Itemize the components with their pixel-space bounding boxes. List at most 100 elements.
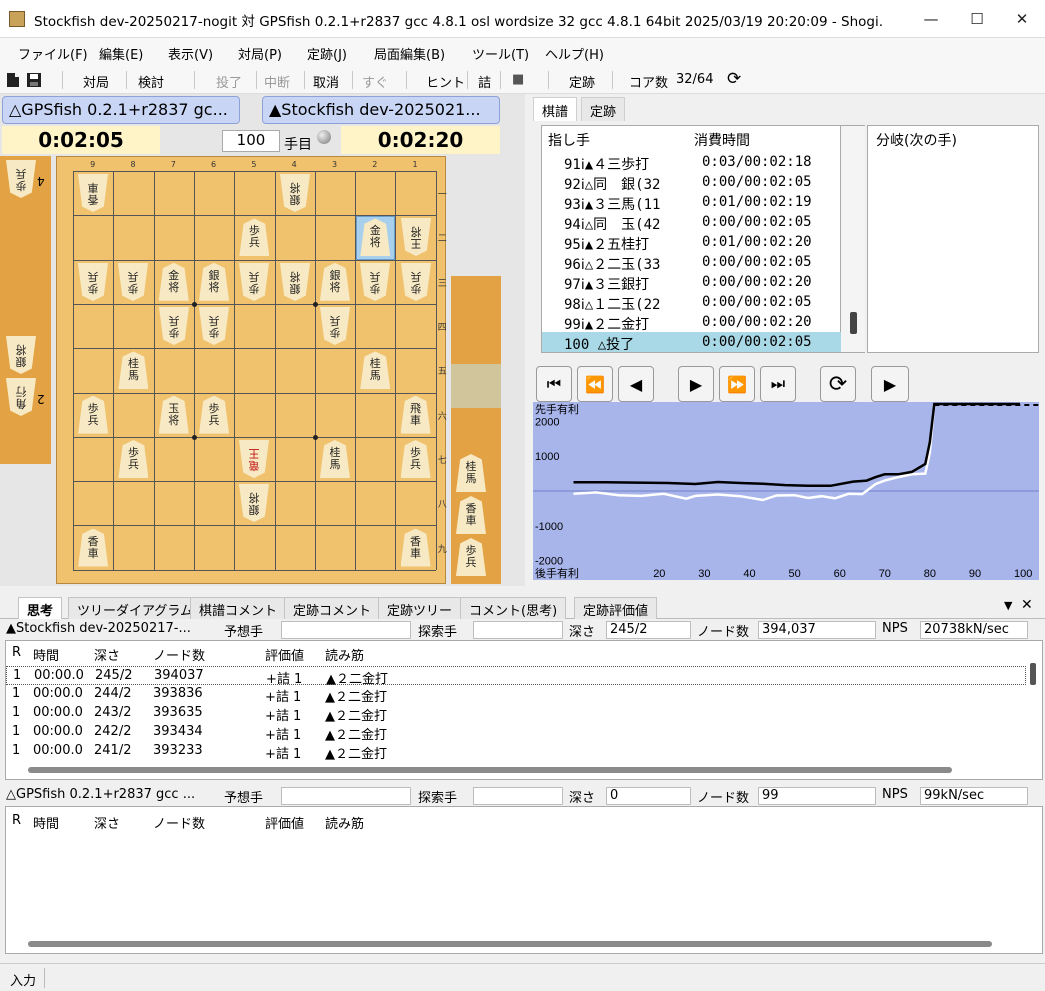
save-icon[interactable] [26,72,42,88]
board-piece[interactable]: 銀将 [199,262,230,301]
sente-piece-stand[interactable]: 桂馬香車歩兵 [451,276,501,584]
first-move-button[interactable]: ⏮ [536,366,572,402]
board-piece[interactable]: 銀将 [280,263,310,301]
board-piece[interactable]: 桂馬 [118,351,149,390]
board-piece[interactable]: 歩兵 [159,307,189,345]
tsume-button[interactable]: 詰 [478,72,491,91]
play-button[interactable]: ▶ [871,366,909,402]
tab-joseki-comment[interactable]: 定跡コメント [284,597,381,619]
forward-1-button[interactable]: ▶ [678,366,714,402]
interrupt-button[interactable]: 中断 [264,72,290,91]
engine1-hscroll-thumb[interactable] [28,767,952,773]
pv-column-header[interactable]: ノード数 [153,813,205,832]
tab-joseki-eval[interactable]: 定跡評価値 [574,597,658,619]
pv-column-header[interactable]: 時間 [33,645,59,664]
board-piece[interactable]: 歩兵 [360,263,390,301]
tab-thinking[interactable]: 思考 [18,597,63,619]
move-number-box[interactable]: 100 [222,130,280,152]
board-piece[interactable]: 銀将 [280,174,310,212]
board-piece[interactable]: 香車 [78,174,108,212]
pv-row[interactable]: 1 00:00.0 243/2 393635 +詰 1 ▲２二金打 [6,704,1026,724]
kifu-row[interactable]: 98ⅰ△１二玉(22 0:00/00:02:05 [542,292,842,313]
menu-game[interactable]: 対局(P) [238,44,282,63]
shogi-board[interactable]: 987654321一二三四五六七八九香車銀将歩兵金将王将歩兵歩兵金将銀将歩兵銀将… [56,156,447,584]
engine2-pv-list[interactable]: R 時間 深さ ノード数 評価値 読み筋 [5,806,1043,954]
board-piece[interactable]: 歩兵 [199,395,230,434]
kifu-row[interactable]: 91ⅰ▲４三歩打 0:03/00:02:18 [542,152,842,173]
kento-button[interactable]: 検討 [138,72,164,91]
kifu-row[interactable]: 97ⅰ▲３三銀打 0:00/00:02:20 [542,272,842,293]
board-piece[interactable]: 香車 [400,528,431,567]
pv-column-header[interactable]: 評価値 [265,813,304,832]
pv-column-header[interactable]: 読み筋 [325,813,364,832]
menu-view[interactable]: 表示(V) [168,44,213,63]
stop-icon[interactable]: ■ [512,72,524,87]
close-button[interactable]: ✕ [999,0,1045,38]
board-piece[interactable]: 桂馬 [360,351,391,390]
menu-help[interactable]: ヘルプ(H) [545,44,604,63]
pv-row[interactable]: 1 00:00.0 241/2 393233 +詰 1 ▲２二金打 [6,742,1026,762]
last-move-button[interactable]: ⏭ [760,366,796,402]
pv-column-header[interactable]: R [12,813,21,828]
sente-hand-piece[interactable]: 歩兵 [456,538,486,576]
back-1-button[interactable]: ◀ [618,366,654,402]
taikyoku-button[interactable]: 対局 [83,72,109,91]
board-piece[interactable]: 歩兵 [401,263,431,301]
hint-button[interactable]: ヒント [426,72,465,91]
gote-hand-piece[interactable]: 銀将 [6,336,36,374]
kifu-row[interactable]: 93ⅰ▲３三馬(11 0:01/00:02:19 [542,192,842,213]
board-piece[interactable]: 歩兵 [239,263,269,301]
move-now-button[interactable]: すぐ [362,72,388,91]
back-10-button[interactable]: ⏪ [577,366,613,402]
kifu-row[interactable]: 95ⅰ▲２五桂打 0:01/00:02:20 [542,232,842,253]
tab-joseki[interactable]: 定跡 [581,97,626,121]
pv-column-header[interactable]: ノード数 [153,645,205,664]
board-piece[interactable]: 歩兵 [78,395,109,434]
refresh-icon[interactable]: ⟳ [727,69,741,89]
menu-file[interactable]: ファイル(F) [18,44,88,63]
kifu-row[interactable]: 99ⅰ▲２二金打 0:00/00:02:20 [542,312,842,333]
board-piece[interactable]: 歩兵 [400,439,431,478]
board-piece[interactable]: 金将 [158,262,189,301]
engine2-hscroll-thumb[interactable] [28,941,992,947]
menu-tools[interactable]: ツール(T) [472,44,529,63]
pv-column-header[interactable]: 深さ [94,813,120,832]
forward-10-button[interactable]: ⏩ [719,366,755,402]
pv-column-header[interactable]: 評価値 [265,645,304,664]
pv-row[interactable]: 1 00:00.0 242/2 393434 +詰 1 ▲２二金打 [6,723,1026,743]
board-piece[interactable]: 歩兵 [78,263,108,301]
maximize-button[interactable]: ☐ [954,0,1000,38]
branch-list[interactable]: 分岐(次の手) [867,125,1039,353]
kifu-row[interactable]: 96ⅰ△２二玉(33 0:00/00:02:05 [542,252,842,273]
board-piece[interactable]: 歩兵 [320,307,350,345]
pv-column-header[interactable]: 読み筋 [325,645,364,664]
kifu-row[interactable]: 100 △投了 0:00/00:02:05 [542,332,842,353]
board-piece[interactable]: 歩兵 [239,218,270,257]
gote-piece-stand[interactable]: 歩兵4 銀将角行2 [0,156,51,464]
close-panel-icon[interactable]: ✕ [1021,597,1033,613]
menu-position-edit[interactable]: 局面編集(B) [374,44,445,63]
tab-kifu[interactable]: 棋譜 [533,97,578,121]
sente-hand-piece[interactable]: 桂馬 [456,454,486,492]
pv-column-header[interactable]: 深さ [94,645,120,664]
pv-row[interactable]: 1 00:00.0 244/2 393836 +詰 1 ▲２二金打 [6,685,1026,705]
menu-edit[interactable]: 編集(E) [99,44,143,63]
undo-button[interactable]: 取消 [313,72,339,91]
tab-think-comment[interactable]: コメント(思考) [460,597,567,619]
board-piece[interactable]: 金将 [360,218,391,257]
board-piece[interactable]: 玉将 [158,395,189,434]
engine1-pv-list[interactable]: R 時間 深さ ノード数 評価値 読み筋 1 00:00.0 245/2 394037 +詰 1 ▲… [5,640,1043,780]
flip-board-button[interactable]: ⟳ [820,366,856,402]
engine1-vscroll-thumb[interactable] [1030,663,1036,685]
pv-column-header[interactable]: 時間 [33,813,59,832]
kifu-row[interactable]: 94ⅰ△同 玉(42 0:00/00:02:05 [542,212,842,233]
board-piece[interactable]: 歩兵 [118,439,149,478]
resign-button[interactable]: 投了 [216,72,242,91]
kifu-scroll-thumb[interactable] [850,312,857,334]
board-piece[interactable]: 歩兵 [118,263,148,301]
gote-hand-piece[interactable]: 歩兵 [6,160,36,198]
new-file-icon[interactable] [6,72,20,88]
board-piece[interactable]: 銀将 [319,262,350,301]
board-piece[interactable]: 飛車 [400,395,431,434]
sente-hand-piece[interactable]: 香車 [456,496,486,534]
